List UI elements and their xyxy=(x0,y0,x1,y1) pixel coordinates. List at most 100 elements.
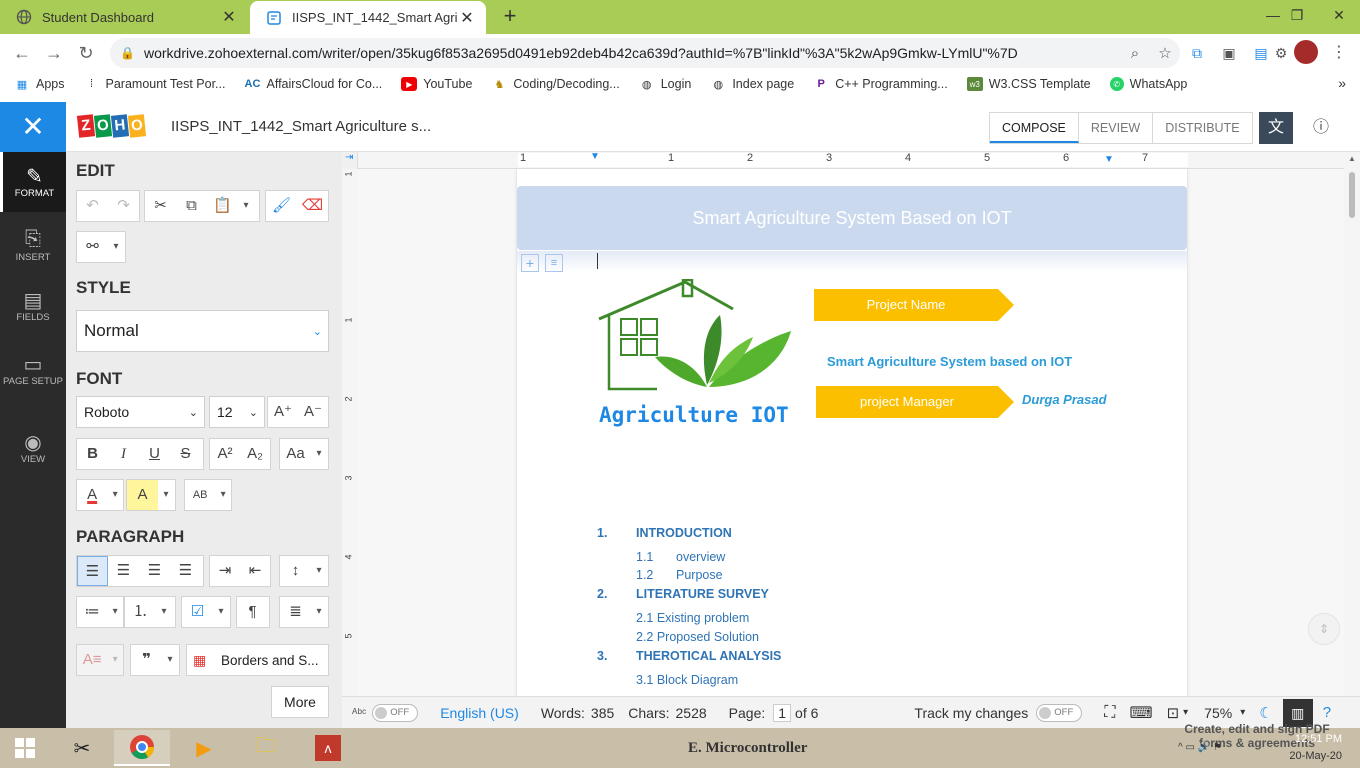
checkbox-icon[interactable]: ☑ xyxy=(182,597,213,627)
bookmark-item[interactable]: ♞ Coding/Decoding... xyxy=(491,77,619,91)
italic-icon[interactable]: I xyxy=(108,439,139,469)
right-indent-marker-icon[interactable]: ▼ xyxy=(1104,154,1114,165)
scroll-up-icon[interactable]: ▲ xyxy=(1348,154,1356,163)
indent-icon[interactable]: ⇥ xyxy=(210,556,240,586)
media-player-icon[interactable]: ▶ xyxy=(176,730,232,766)
chevron-down-icon[interactable]: ▾ xyxy=(107,645,123,675)
page-fit-icon[interactable]: ⊡ xyxy=(1167,704,1180,722)
spellcheck-toggle[interactable]: OFF xyxy=(372,703,419,722)
paste-icon[interactable]: 📋 xyxy=(207,191,238,221)
document-title[interactable]: IISPS_INT_1442_Smart Agriculture s... xyxy=(171,118,431,135)
chevron-down-icon[interactable]: ▾ xyxy=(156,597,172,627)
binoculars-icon[interactable]: ⚯ xyxy=(77,232,108,262)
nav-page-setup[interactable]: ▭ PAGE SETUP xyxy=(0,340,66,410)
chevron-down-icon[interactable]: ▾ xyxy=(1240,707,1245,718)
nav-insert[interactable]: ⎘ INSERT xyxy=(0,216,66,276)
bookmark-item[interactable]: w3 W3.CSS Template xyxy=(966,77,1091,91)
back-icon[interactable]: ← xyxy=(10,41,34,65)
font-family-select[interactable]: Roboto ⌄ xyxy=(76,396,205,428)
align-center-icon[interactable]: ☰ xyxy=(108,556,139,586)
bookmark-item[interactable]: ▶ YouTube xyxy=(401,77,472,91)
spellcheck-icon[interactable]: ᴬᵇᶜ xyxy=(352,706,366,720)
undo-icon[interactable]: ↶ xyxy=(77,191,108,221)
snipping-tool-icon[interactable]: ✂ xyxy=(54,730,110,766)
extension-icon[interactable]: ▤ xyxy=(1250,42,1272,64)
extension-icon[interactable]: ▣ xyxy=(1218,42,1240,64)
paragraph-style-icon[interactable]: ≣ xyxy=(280,597,311,627)
chevron-down-icon[interactable]: ▾ xyxy=(158,480,174,510)
chevron-down-icon[interactable]: ▾ xyxy=(108,232,124,262)
reload-icon[interactable]: ↻ xyxy=(74,41,98,65)
subscript-icon[interactable]: A₂ xyxy=(240,439,270,469)
tab-review[interactable]: REVIEW xyxy=(1079,113,1154,143)
outdent-icon[interactable]: ⇤ xyxy=(240,556,270,586)
font-size-select[interactable]: 12 ⌄ xyxy=(209,396,265,428)
nav-format[interactable]: ✎ FORMAT xyxy=(0,152,66,212)
scroll-thumb[interactable] xyxy=(1349,172,1355,218)
align-right-icon[interactable]: ☰ xyxy=(139,556,170,586)
extension-icon[interactable]: ⧉ xyxy=(1186,42,1208,64)
more-bookmarks-icon[interactable]: » xyxy=(1338,75,1346,91)
quote-icon[interactable]: ❞ xyxy=(131,645,162,675)
bookmark-star-icon[interactable]: ☆ xyxy=(1150,44,1180,62)
vertical-scrollbar[interactable]: ▲ xyxy=(1344,152,1360,696)
justify-icon[interactable]: ☰ xyxy=(170,556,201,586)
chevron-down-icon[interactable]: ▾ xyxy=(162,645,178,675)
page-input[interactable]: 1 xyxy=(773,703,792,722)
collapse-icon[interactable]: ⇥ xyxy=(345,152,353,163)
fullscreen-icon[interactable]: ⛶ xyxy=(1104,704,1115,722)
block-menu-icon[interactable]: ≡ xyxy=(545,254,563,272)
close-tab-icon[interactable]: ✕ xyxy=(458,8,476,28)
info-icon[interactable]: ⓘ xyxy=(1304,112,1338,144)
chevron-down-icon[interactable]: ▾ xyxy=(1183,707,1188,718)
grow-font-icon[interactable]: A⁺ xyxy=(268,397,298,427)
clear-format-icon[interactable]: ⌫ xyxy=(297,191,328,221)
chevron-down-icon[interactable]: ▾ xyxy=(311,597,327,627)
zoom-icon[interactable]: ⌕ xyxy=(1120,45,1150,62)
bookmark-item[interactable]: P C++ Programming... xyxy=(813,77,948,91)
new-tab-button[interactable]: + xyxy=(498,4,522,28)
tab-student-dashboard[interactable]: Student Dashboard ✕ xyxy=(0,0,248,34)
keyboard-icon[interactable]: ⌨ xyxy=(1129,703,1152,723)
language-select[interactable]: English (US) xyxy=(440,705,519,721)
tab-document[interactable]: IISPS_INT_1442_Smart Agricultur ✕ xyxy=(250,1,486,34)
format-painter-icon[interactable]: 🖌 xyxy=(266,191,297,221)
text-direction-icon[interactable]: A≡ xyxy=(77,645,107,675)
pilcrow-icon[interactable]: ¶ xyxy=(237,597,268,627)
shrink-font-icon[interactable]: A⁻ xyxy=(298,397,328,427)
numbered-list-icon[interactable]: ⒈ xyxy=(125,597,156,627)
file-explorer-icon[interactable]: 🗀 xyxy=(238,730,294,766)
forward-icon[interactable]: → xyxy=(42,41,66,65)
windows-start-icon[interactable] xyxy=(0,730,50,766)
redo-icon[interactable]: ↷ xyxy=(108,191,139,221)
add-block-icon[interactable]: + xyxy=(521,254,539,272)
more-button[interactable]: More xyxy=(271,686,329,718)
bookmark-item[interactable]: ✆ WhatsApp xyxy=(1109,77,1187,91)
copy-icon[interactable]: ⧉ xyxy=(176,191,207,221)
acrobat-icon[interactable]: ʌ xyxy=(300,730,356,766)
change-case-icon[interactable]: Aa xyxy=(280,439,311,469)
chrome-icon[interactable] xyxy=(114,730,170,766)
track-changes-toggle[interactable]: OFF xyxy=(1036,703,1083,722)
nav-fields[interactable]: ▤ FIELDS xyxy=(0,276,66,336)
extension-icon[interactable]: ⚙ xyxy=(1270,42,1292,64)
chevron-down-icon[interactable]: ▾ xyxy=(311,556,327,586)
underline-icon[interactable]: U xyxy=(139,439,170,469)
indent-marker-icon[interactable]: ▼ xyxy=(590,151,600,162)
strikethrough-icon[interactable]: S xyxy=(170,439,201,469)
chevron-down-icon[interactable]: ▾ xyxy=(311,439,327,469)
chevron-down-icon[interactable]: ▾ xyxy=(215,480,231,510)
tab-compose[interactable]: COMPOSE xyxy=(990,113,1079,143)
zoom-select[interactable]: 75% xyxy=(1204,705,1232,721)
cut-icon[interactable]: ✂ xyxy=(145,191,176,221)
document-page[interactable]: Smart Agriculture System Based on IOT + … xyxy=(517,169,1187,696)
menu-icon[interactable]: ⋮ xyxy=(1328,42,1350,64)
tray-icons[interactable]: ^ ▭ 🔊 ⚑ xyxy=(1178,742,1222,753)
chevron-down-icon[interactable]: ▾ xyxy=(107,597,123,627)
nav-view[interactable]: ◉ VIEW xyxy=(0,418,66,478)
bookmark-item[interactable]: ◍ Login xyxy=(639,77,691,91)
character-spacing-icon[interactable]: AB xyxy=(185,480,215,510)
tab-distribute[interactable]: DISTRIBUTE xyxy=(1153,113,1251,143)
highlight-icon[interactable]: A xyxy=(127,480,158,510)
close-editor-button[interactable]: ✕ xyxy=(0,102,66,152)
